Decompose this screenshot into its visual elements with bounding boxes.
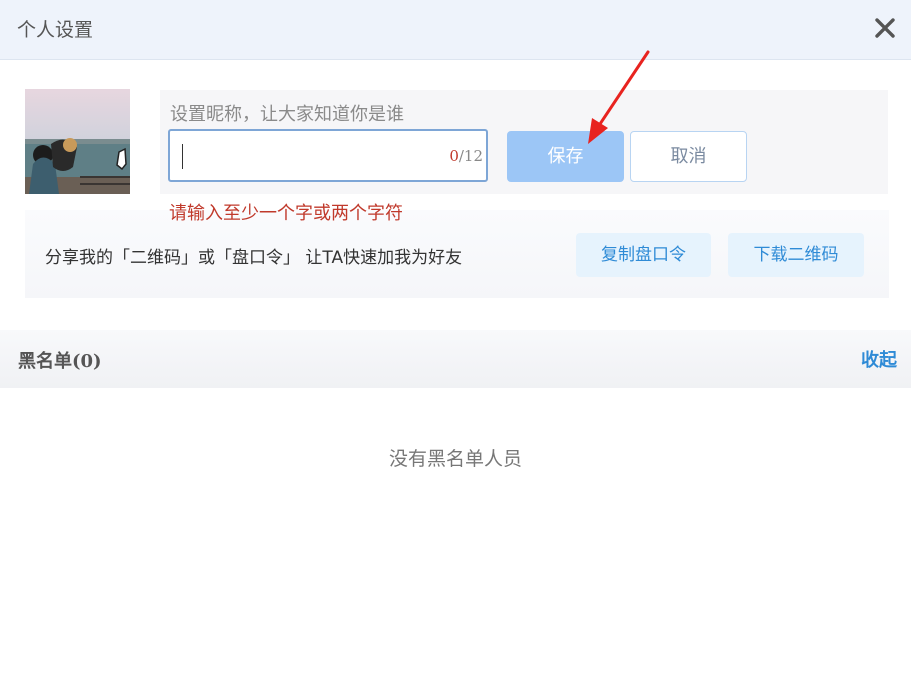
nickname-field-box[interactable]: 0/12 — [168, 129, 488, 182]
blacklist-header: 黑名单(0) 收起 — [0, 330, 911, 388]
nickname-error: 请输入至少一个字或两个字符 — [169, 203, 403, 224]
download-qr-button[interactable]: 下载二维码 — [728, 233, 864, 277]
dialog-titlebar: 个人设置 — [0, 0, 911, 60]
avatar-photo — [25, 89, 130, 194]
annotation-arrow-icon — [588, 50, 650, 144]
char-counter-max: /12 — [458, 147, 483, 165]
share-panel: 分享我的「二维码」或「盘口令」 让TA快速加我为好友 复制盘口令 下载二维码 — [25, 210, 889, 298]
char-counter-current: 0 — [449, 147, 459, 165]
dialog-title: 个人设置 — [17, 19, 94, 41]
blacklist-empty-message: 没有黑名单人员 — [388, 448, 522, 470]
close-icon[interactable] — [873, 16, 897, 40]
char-counter: 0/12 — [449, 147, 483, 165]
share-description: 分享我的「二维码」或「盘口令」 让TA快速加我为好友 — [45, 248, 463, 268]
collapse-link[interactable]: 收起 — [861, 346, 897, 372]
copy-code-button[interactable]: 复制盘口令 — [576, 233, 711, 277]
avatar[interactable] — [25, 89, 130, 194]
text-caret — [182, 144, 183, 169]
blacklist-title: 黑名单(0) — [18, 351, 102, 372]
nickname-panel: 设置昵称，让大家知道你是谁 0/12 保存 取消 — [160, 90, 888, 194]
nickname-input[interactable] — [180, 137, 444, 175]
nickname-prompt: 设置昵称，让大家知道你是谁 — [170, 104, 404, 125]
